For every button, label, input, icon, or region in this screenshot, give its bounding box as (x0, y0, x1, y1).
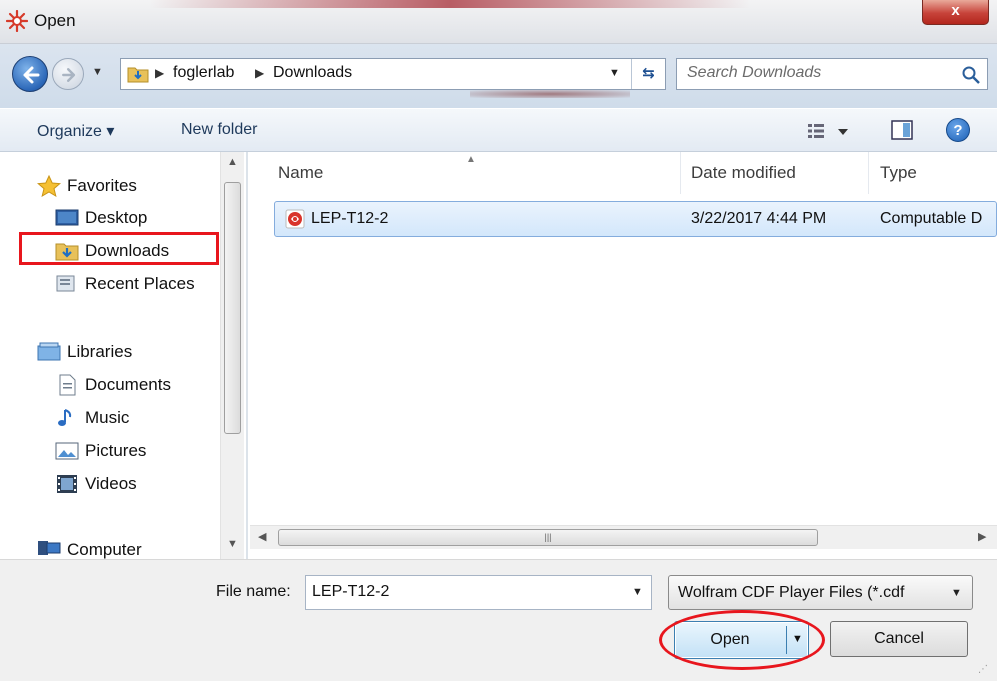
file-list-hscrollbar[interactable]: ◀ ||| ▶ (250, 525, 997, 549)
title-bar: Open x (0, 0, 997, 44)
nav-music-label: Music (85, 408, 130, 427)
organize-button[interactable]: Organize ▾ (37, 121, 114, 141)
column-divider[interactable] (868, 152, 869, 194)
nav-videos-label: Videos (85, 474, 137, 493)
resize-grip-icon[interactable]: ⋰ (978, 664, 988, 675)
nav-computer-label: Computer (67, 540, 142, 559)
file-name-label: File name: (216, 583, 291, 600)
file-name-input[interactable] (312, 583, 612, 601)
column-header-name[interactable]: Name (278, 152, 323, 194)
breadcrumb-foglerlab[interactable]: foglerlab (173, 64, 234, 82)
nav-libraries[interactable]: Libraries (37, 338, 132, 366)
nav-desktop[interactable]: Desktop (55, 204, 147, 232)
videos-icon (57, 475, 77, 493)
breadcrumb-downloads[interactable]: Downloads (273, 64, 352, 82)
file-list: ▲ Name Date modified Type LEP-T12-2 3/22… (250, 152, 997, 559)
star-icon (37, 175, 61, 197)
nav-documents-label: Documents (85, 375, 171, 394)
address-row: ▼ ▶ foglerlab ▶ Downloads ▼ ⇆ (0, 44, 997, 108)
downloads-highlight-box (19, 232, 219, 265)
dialog-footer: File name: ▼ Wolfram CDF Player Files (*… (0, 559, 997, 681)
help-button[interactable]: ? (946, 118, 970, 142)
pane-splitter[interactable] (246, 152, 248, 559)
nav-recent-places-label: Recent Places (85, 274, 195, 293)
views-icon[interactable] (806, 121, 850, 141)
pictures-icon (55, 442, 79, 460)
search-box[interactable] (676, 58, 988, 90)
nav-recent-places[interactable]: Recent Places (55, 270, 195, 298)
search-input[interactable] (687, 64, 947, 82)
command-bar: Organize ▾ New folder ? (0, 108, 997, 152)
scroll-left-icon[interactable]: ◀ (258, 530, 266, 543)
file-date-modified: 3/22/2017 4:44 PM (691, 210, 827, 227)
wolfram-app-icon (6, 10, 28, 32)
cdf-file-icon (285, 209, 305, 229)
nav-documents[interactable]: Documents (55, 371, 171, 399)
file-name-combobox[interactable]: ▼ (305, 575, 652, 610)
open-highlight-ellipse (659, 610, 825, 670)
navigation-pane: Favorites Desktop Downloads Recent Place… (0, 152, 248, 559)
sort-ascending-icon: ▲ (466, 154, 476, 165)
nav-pictures-label: Pictures (85, 441, 147, 460)
scrollbar-thumb[interactable] (224, 182, 241, 434)
new-folder-button[interactable]: New folder (181, 121, 257, 139)
file-row[interactable]: LEP-T12-2 3/22/2017 4:44 PM Computable D (274, 201, 997, 237)
music-note-icon (58, 409, 72, 426)
nav-favorites-label: Favorites (67, 176, 137, 195)
scroll-right-icon[interactable]: ▶ (978, 530, 986, 543)
file-name: LEP-T12-2 (311, 210, 389, 227)
file-type-filter[interactable]: Wolfram CDF Player Files (*.cdf ▼ (668, 575, 973, 610)
address-dropdown-icon[interactable]: ▼ (609, 67, 620, 79)
libraries-icon (37, 342, 61, 361)
file-name-dropdown-icon[interactable]: ▼ (632, 586, 643, 598)
scroll-up-icon[interactable]: ▲ (227, 156, 238, 168)
arrow-right-icon (62, 68, 76, 82)
column-divider[interactable] (680, 152, 681, 194)
back-button[interactable] (12, 56, 48, 92)
preview-pane-icon[interactable] (890, 119, 914, 141)
nav-favorites[interactable]: Favorites (37, 172, 137, 200)
refresh-button[interactable]: ⇆ (631, 59, 665, 89)
close-button[interactable]: x (922, 0, 989, 25)
search-icon[interactable] (961, 65, 981, 85)
column-header-date-modified[interactable]: Date modified (691, 152, 796, 194)
cancel-button-label: Cancel (874, 630, 924, 647)
downloads-folder-icon (127, 67, 149, 83)
nav-videos[interactable]: Videos (55, 470, 137, 498)
recent-pages-dropdown[interactable]: ▼ (92, 66, 106, 80)
close-icon: x (951, 2, 960, 19)
nav-libraries-label: Libraries (67, 342, 133, 361)
nav-music[interactable]: Music (55, 404, 129, 432)
window-title: Open (34, 11, 76, 30)
navigation-scrollbar[interactable]: ▲ ▼ (220, 152, 244, 559)
breadcrumb-separator: ▶ (255, 66, 265, 80)
filter-dropdown-icon: ▼ (951, 587, 962, 599)
arrow-left-icon (23, 66, 40, 84)
file-type: Computable D (880, 210, 983, 227)
address-bar[interactable]: ▶ foglerlab ▶ Downloads ▼ ⇆ (120, 58, 666, 90)
forward-button[interactable] (52, 58, 84, 90)
scroll-down-icon[interactable]: ▼ (227, 538, 238, 550)
refresh-icon: ⇆ (642, 65, 655, 82)
computer-icon (38, 541, 61, 555)
nav-pictures[interactable]: Pictures (55, 437, 146, 465)
file-type-filter-value: Wolfram CDF Player Files (*.cdf (678, 584, 905, 601)
column-header-type[interactable]: Type (880, 152, 917, 194)
documents-icon (59, 374, 76, 396)
nav-desktop-label: Desktop (85, 208, 148, 227)
breadcrumb-separator: ▶ (155, 66, 165, 80)
help-icon: ? (953, 122, 963, 139)
desktop-icon (55, 209, 79, 226)
cancel-button[interactable]: Cancel (830, 621, 968, 657)
hscrollbar-thumb[interactable]: ||| (278, 529, 818, 546)
recent-places-icon (56, 275, 75, 292)
